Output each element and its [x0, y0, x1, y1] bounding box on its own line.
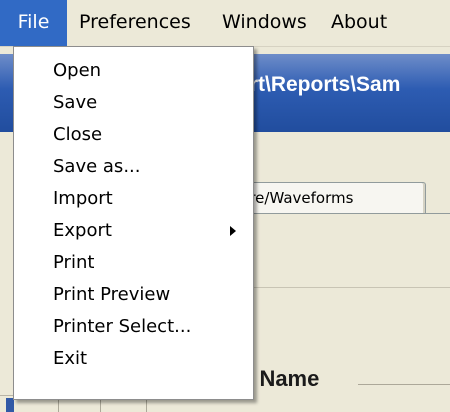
- menu-item-import[interactable]: Import: [14, 183, 253, 215]
- submenu-arrow-icon: [230, 226, 236, 236]
- menu-item-label: Print: [53, 252, 95, 273]
- screen: ort\Reports\Sam sure/Waveforms t Name Fi…: [0, 0, 450, 412]
- menu-item-close[interactable]: Close: [14, 119, 253, 151]
- menu-item-open[interactable]: Open: [14, 55, 253, 87]
- menu-item-label: Printer Select...: [53, 316, 192, 337]
- menu-item-save-as[interactable]: Save as...: [14, 151, 253, 183]
- menu-about[interactable]: About: [331, 0, 387, 46]
- status-indicator: [6, 398, 14, 412]
- menu-item-label: Save: [53, 92, 98, 113]
- menu-item-label: Open: [53, 60, 102, 81]
- menu-item-exit[interactable]: Exit: [14, 343, 253, 375]
- menu-item-label: Save as...: [53, 156, 141, 177]
- divider: [225, 287, 450, 288]
- group-box-label: t Name: [246, 366, 320, 391]
- menu-windows[interactable]: Windows: [222, 0, 307, 46]
- menu-item-label: Exit: [53, 348, 88, 369]
- tab-strip-border: [225, 213, 450, 214]
- menu-preferences[interactable]: Preferences: [79, 0, 191, 46]
- window-title: ort\Reports\Sam: [237, 73, 401, 96]
- menu-item-save[interactable]: Save: [14, 87, 253, 119]
- group-box-border: [358, 384, 450, 385]
- menu-item-label: Close: [53, 124, 103, 145]
- menu-item-label: Import: [53, 188, 113, 209]
- menu-item-print[interactable]: Print: [14, 247, 253, 279]
- menu-file[interactable]: File: [0, 0, 67, 46]
- menu-item-label: Export: [53, 220, 112, 241]
- menu-bar: File Preferences Windows About: [0, 0, 450, 47]
- menu-item-print-preview[interactable]: Print Preview: [14, 279, 253, 311]
- menu-item-printer-select[interactable]: Printer Select...: [14, 311, 253, 343]
- file-menu-dropdown: Open Save Close Save as... Import Export…: [13, 46, 254, 400]
- menu-item-export[interactable]: Export: [14, 215, 253, 247]
- menu-item-label: Print Preview: [53, 284, 171, 305]
